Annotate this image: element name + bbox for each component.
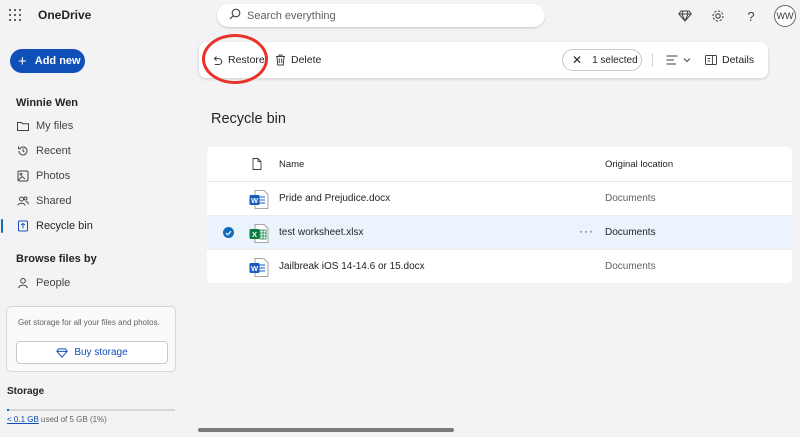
command-bar: Restore Delete ✕ 1 selected Details (199, 42, 768, 78)
table-row[interactable]: W Jailbreak iOS 14-14.6 or 15.docx Docum… (207, 250, 792, 284)
restore-highlight-circle (202, 34, 268, 84)
storage-meter-fill (7, 409, 9, 411)
people-icon (17, 195, 29, 207)
chevron-down-icon (683, 58, 691, 63)
search-box[interactable] (217, 4, 545, 27)
nav-item-recent[interactable]: Recent (0, 141, 190, 161)
app-launcher-icon[interactable] (9, 9, 21, 21)
photo-icon (17, 170, 29, 182)
nav-item-my-files[interactable]: My files (0, 116, 190, 136)
page-title: Recycle bin (211, 111, 286, 127)
storage-used-text: < 0.1 GB used of 5 GB (1%) (7, 415, 107, 424)
storage-promo-card: Get storage for all your files and photo… (6, 306, 176, 372)
nav-item-label: People (36, 277, 71, 289)
gear-icon[interactable] (710, 8, 726, 24)
diamond-icon (56, 347, 69, 358)
svg-text:W: W (251, 264, 259, 273)
nav-item-label: Shared (36, 195, 72, 207)
checkmark-icon[interactable] (223, 227, 234, 238)
original-location: Documents (605, 227, 656, 238)
file-name[interactable]: Jailbreak iOS 14-14.6 or 15.docx (279, 261, 425, 272)
recycle-bin-icon (17, 220, 29, 232)
table-header: Name Original location (207, 147, 792, 182)
details-button[interactable]: Details (705, 42, 754, 78)
word-file-icon: W (249, 190, 269, 212)
browse-title: Browse files by (16, 253, 97, 265)
diamond-icon[interactable] (677, 8, 693, 24)
buy-storage-button[interactable]: Buy storage (16, 341, 168, 364)
folder-icon (17, 120, 29, 132)
delete-button[interactable]: Delete (275, 42, 321, 78)
svg-text:W: W (251, 196, 259, 205)
file-name[interactable]: test worksheet.xlsx (279, 227, 363, 238)
file-type-column-icon[interactable] (252, 158, 262, 173)
person-icon (17, 277, 29, 289)
list-view-icon (666, 55, 678, 65)
nav-item-label: Recycle bin (36, 220, 93, 232)
active-indicator (1, 219, 3, 233)
nav-item-recycle-bin[interactable]: Recycle bin (0, 216, 190, 236)
add-new-label: Add new (34, 55, 81, 67)
view-options-button[interactable] (666, 42, 696, 78)
nav-item-people[interactable]: People (0, 273, 190, 293)
history-icon (17, 145, 29, 157)
svg-text:X: X (252, 230, 257, 239)
buy-storage-label: Buy storage (74, 347, 128, 358)
storage-promo-text: Get storage for all your files and photo… (18, 318, 160, 327)
add-new-button[interactable]: + Add new (10, 49, 85, 73)
storage-used-link[interactable]: < 0.1 GB (7, 415, 39, 424)
column-header-name[interactable]: Name (279, 159, 304, 170)
trash-icon (276, 54, 285, 66)
clear-selection-button[interactable]: ✕ 1 selected (562, 49, 642, 71)
table-row[interactable]: W Pride and Prejudice.docx Documents (207, 182, 792, 216)
divider (652, 53, 653, 67)
storage-meter (7, 409, 175, 411)
file-table: Name Original location W Pride and Preju… (207, 147, 792, 283)
avatar[interactable]: WW (774, 5, 796, 27)
column-header-location[interactable]: Original location (605, 159, 673, 170)
nav-item-label: Photos (36, 170, 71, 182)
selected-count: 1 selected (592, 54, 638, 66)
delete-label: Delete (291, 54, 322, 66)
app-title[interactable]: OneDrive (38, 8, 91, 22)
user-name: Winnie Wen (16, 97, 79, 109)
search-input[interactable] (247, 9, 527, 22)
storage-used-rest: used of 5 GB (1%) (38, 415, 107, 424)
file-name[interactable]: Pride and Prejudice.docx (279, 193, 390, 204)
word-file-icon: W (249, 258, 269, 280)
original-location: Documents (605, 193, 656, 204)
details-pane-icon (705, 55, 717, 65)
excel-file-icon: X (249, 224, 269, 246)
details-label: Details (722, 54, 755, 66)
help-icon[interactable]: ? (743, 8, 759, 24)
nav-item-label: My files (36, 120, 74, 132)
original-location: Documents (605, 261, 656, 272)
nav-item-label: Recent (36, 145, 71, 157)
plus-icon: + (18, 52, 27, 70)
close-icon: ✕ (572, 53, 583, 67)
storage-title: Storage (7, 386, 45, 397)
horizontal-scrollbar[interactable] (198, 428, 454, 432)
more-options-button[interactable]: ··· (579, 224, 594, 238)
search-icon (229, 8, 241, 23)
table-row[interactable]: X test worksheet.xlsx ··· Documents (207, 216, 792, 250)
nav-item-shared[interactable]: Shared (0, 191, 190, 211)
nav-item-photos[interactable]: Photos (0, 166, 190, 186)
